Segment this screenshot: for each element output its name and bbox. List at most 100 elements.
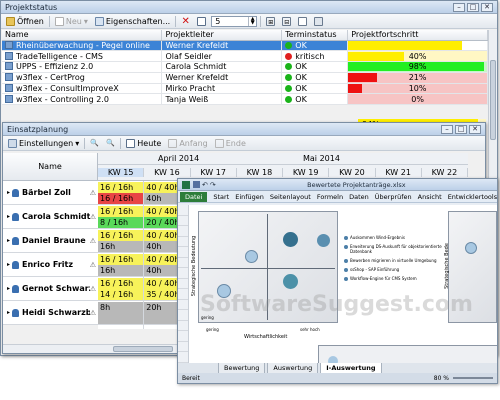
close-button[interactable]: ✕	[469, 124, 481, 134]
allocation-cell[interactable]: 8h	[98, 302, 145, 313]
project-name-cell[interactable]: w3flex - CertProg	[2, 72, 163, 84]
scrollbar-thumb[interactable]	[490, 60, 496, 140]
save-icon[interactable]	[193, 181, 200, 188]
row-header[interactable]	[178, 258, 188, 268]
col-name[interactable]: Name	[2, 30, 163, 41]
row-header[interactable]	[178, 289, 188, 300]
table-row[interactable]: Rheinüberwachung - Pegel online Werner Kr…	[2, 40, 488, 52]
ribbon-tab[interactable]: Daten	[349, 193, 369, 201]
person-row[interactable]: ▸ Enrico Fritz ⚠	[3, 253, 98, 277]
zoom-in-button[interactable]: 🔍	[88, 137, 101, 149]
minimize-button[interactable]: –	[441, 124, 453, 134]
row-header[interactable]	[178, 321, 188, 331]
undo-icon[interactable]: ↶	[202, 181, 208, 189]
collapse-button[interactable]: ⊟	[280, 15, 293, 27]
week-header[interactable]: KW 16	[144, 168, 191, 177]
excel-titlebar[interactable]: ↶ ↷ Bewertete Projektanträge.xlsx	[178, 179, 497, 191]
print-button[interactable]	[312, 15, 325, 27]
allocation-cell[interactable]: 16 / 16h	[98, 254, 145, 265]
ribbon-tab[interactable]: Einfügen	[235, 193, 264, 201]
table-row[interactable]: w3flex - Controlling 2.0 Tanja Weiß OK 0%	[2, 93, 488, 106]
ribbon-tab[interactable]: Ansicht	[418, 193, 442, 201]
allocation-cell[interactable]: 16 / 16h	[98, 230, 145, 241]
person-row[interactable]: ▸ Daniel Braune ⚠	[3, 229, 98, 253]
allocation-cell[interactable]: 14 / 16h	[98, 289, 145, 300]
einsatzplanung-titlebar[interactable]: Einsatzplanung – □ ✕	[3, 123, 485, 136]
row-header[interactable]	[178, 331, 188, 342]
person-row[interactable]: ▸ Carola Schmidt ⚠	[3, 205, 98, 229]
person-row[interactable]: ▸ Heidi Schwarzbe ⚠	[3, 301, 98, 325]
week-header[interactable]: KW 15	[98, 168, 145, 177]
minimize-button[interactable]: –	[453, 2, 465, 12]
ribbon-tab[interactable]: Datei	[180, 191, 208, 202]
col-status[interactable]: Terminstatus	[281, 30, 349, 41]
delete-button[interactable]: ✕	[179, 15, 192, 27]
close-button[interactable]: ✕	[481, 2, 493, 12]
ribbon-tab[interactable]: Start	[213, 193, 229, 201]
week-header[interactable]: KW 21	[376, 168, 422, 177]
level-spinner[interactable]: 5 ▲ ▼	[211, 15, 258, 27]
col-leader[interactable]: Projektleiter	[161, 30, 283, 41]
maximize-button[interactable]: □	[455, 124, 467, 134]
properties-button[interactable]: Eigenschaften...	[93, 15, 172, 27]
redo-icon[interactable]: ↷	[210, 181, 216, 189]
row-header[interactable]	[178, 237, 188, 247]
scrollbar-thumb[interactable]	[113, 346, 173, 352]
allocation-cell[interactable]: 8 / 16h	[98, 217, 145, 228]
row-header[interactable]	[178, 279, 188, 289]
week-header[interactable]: KW 19	[283, 168, 330, 177]
bubble[interactable]	[283, 232, 298, 247]
table-row[interactable]: w3flex - ConsultImproveX Mirko Pracht OK 10…	[2, 83, 488, 95]
person-row[interactable]: ▸ Gernot Schwarz ⚠	[3, 277, 98, 301]
row-header[interactable]	[178, 342, 188, 352]
week-header[interactable]: KW 22	[422, 168, 468, 177]
expand-icon[interactable]: ▸	[7, 285, 10, 292]
project-name-cell[interactable]: TradeTelligence - CMS	[2, 50, 163, 63]
row-header[interactable]	[178, 300, 188, 310]
row-header[interactable]	[178, 268, 188, 279]
expand-icon[interactable]: ▸	[7, 309, 10, 316]
copy-button[interactable]	[296, 15, 309, 27]
zoom-slider[interactable]	[453, 377, 493, 379]
bubble[interactable]	[283, 274, 298, 289]
today-button[interactable]: Heute	[124, 137, 163, 149]
expand-icon[interactable]: ▸	[7, 189, 10, 196]
week-header[interactable]: KW 17	[191, 168, 237, 177]
ribbon-tab[interactable]: Seitenlayout	[270, 193, 311, 201]
ribbon-tab[interactable]: Formeln	[317, 193, 343, 201]
allocation-cell[interactable]: 16 / 16h	[98, 278, 145, 289]
project-name-cell[interactable]: Rheinüberwachung - Pegel online	[2, 40, 163, 52]
expand-icon[interactable]: ▸	[7, 261, 10, 268]
person-row[interactable]: ▸ Bärbel Zoll ⚠	[3, 181, 98, 205]
end-button[interactable]: Ende	[213, 137, 248, 149]
open-button[interactable]: Öffnen	[4, 15, 46, 27]
projektstatus-titlebar[interactable]: Projektstatus – □ ✕	[1, 1, 497, 14]
name-column-header[interactable]: Name	[3, 153, 98, 181]
allocation-cell[interactable]	[98, 313, 145, 324]
week-header[interactable]: KW 20	[329, 168, 376, 177]
expand-icon[interactable]: ▸	[7, 237, 10, 244]
calendar-button[interactable]	[195, 15, 208, 27]
new-button[interactable]: Neu ▾	[53, 15, 90, 27]
row-header[interactable]	[178, 226, 188, 237]
table-row[interactable]: w3flex - CertProg Werner Krefeldt OK 21%	[2, 72, 488, 84]
project-name-cell[interactable]: UPPS - Effizienz 2.0	[2, 61, 163, 73]
allocation-cell[interactable]: 16h	[98, 265, 145, 276]
allocation-cell[interactable]: 16 / 16h	[98, 193, 145, 204]
row-header[interactable]	[178, 216, 188, 226]
table-row[interactable]: UPPS - Effizienz 2.0 Carola Schmidt OK 98%	[2, 61, 488, 73]
row-header[interactable]	[178, 205, 188, 216]
expand-button[interactable]: ⊞	[264, 15, 277, 27]
zoom-out-button[interactable]: 🔍	[104, 137, 117, 149]
spinner-arrows-icon[interactable]: ▲ ▼	[248, 16, 256, 26]
allocation-cell[interactable]: 16 / 16h	[98, 182, 145, 193]
maximize-button[interactable]: □	[467, 2, 479, 12]
table-row[interactable]: TradeTelligence - CMS Olaf Seidler kritisc…	[2, 50, 488, 63]
bubble[interactable]	[317, 234, 330, 247]
row-header[interactable]	[178, 352, 188, 363]
settings-button[interactable]: Einstellungen ▾	[6, 137, 81, 149]
allocation-cell[interactable]: 16h	[98, 241, 145, 252]
col-progress[interactable]: Projektfortschritt	[347, 30, 488, 41]
ribbon-tab[interactable]: Entwicklertools	[448, 193, 497, 201]
project-name-cell[interactable]: w3flex - ConsultImproveX	[2, 83, 163, 95]
